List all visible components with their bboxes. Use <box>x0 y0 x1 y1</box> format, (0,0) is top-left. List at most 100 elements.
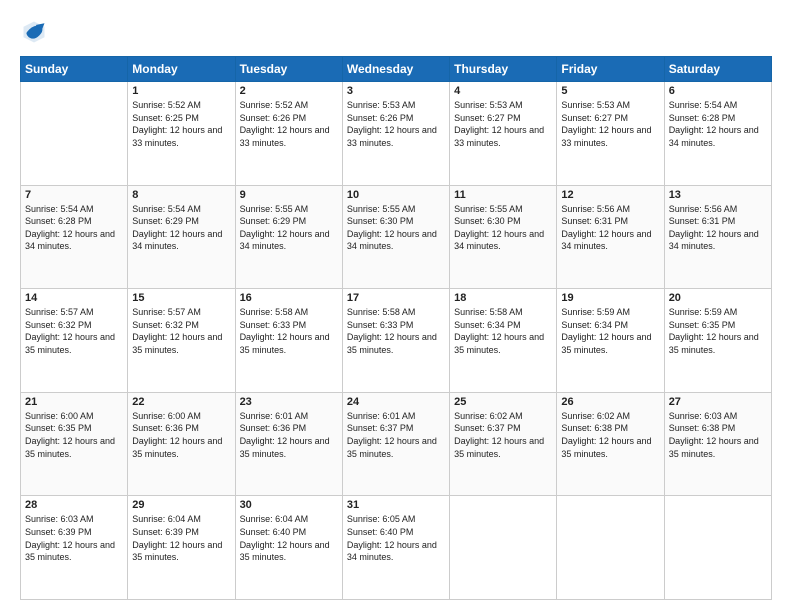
cell-info: Sunrise: 5:59 AMSunset: 6:35 PMDaylight:… <box>669 306 767 356</box>
day-number: 5 <box>561 85 659 97</box>
day-number: 3 <box>347 85 445 97</box>
day-header-saturday: Saturday <box>664 57 771 82</box>
calendar-week-3: 14Sunrise: 5:57 AMSunset: 6:32 PMDayligh… <box>21 289 772 393</box>
day-number: 21 <box>25 396 123 408</box>
day-number: 1 <box>132 85 230 97</box>
cell-info: Sunrise: 6:02 AMSunset: 6:37 PMDaylight:… <box>454 410 552 460</box>
calendar-cell: 2 Sunrise: 5:52 AMSunset: 6:26 PMDaylight… <box>235 82 342 186</box>
day-number: 24 <box>347 396 445 408</box>
calendar-cell: 30 Sunrise: 6:04 AMSunset: 6:40 PMDayligh… <box>235 496 342 600</box>
day-number: 30 <box>240 499 338 511</box>
day-number: 8 <box>132 189 230 201</box>
calendar-cell: 25 Sunrise: 6:02 AMSunset: 6:37 PMDayligh… <box>450 392 557 496</box>
day-number: 6 <box>669 85 767 97</box>
day-header-sunday: Sunday <box>21 57 128 82</box>
calendar-cell: 18 Sunrise: 5:58 AMSunset: 6:34 PMDayligh… <box>450 289 557 393</box>
calendar-week-1: 1 Sunrise: 5:52 AMSunset: 6:25 PMDaylight… <box>21 82 772 186</box>
header <box>20 18 772 46</box>
cell-info: Sunrise: 5:56 AMSunset: 6:31 PMDaylight:… <box>561 203 659 253</box>
calendar-cell <box>21 82 128 186</box>
calendar-cell: 11 Sunrise: 5:55 AMSunset: 6:30 PMDayligh… <box>450 185 557 289</box>
cell-info: Sunrise: 5:57 AMSunset: 6:32 PMDaylight:… <box>132 306 230 356</box>
calendar-cell: 23 Sunrise: 6:01 AMSunset: 6:36 PMDayligh… <box>235 392 342 496</box>
cell-info: Sunrise: 6:01 AMSunset: 6:36 PMDaylight:… <box>240 410 338 460</box>
cell-info: Sunrise: 6:03 AMSunset: 6:39 PMDaylight:… <box>25 513 123 563</box>
cell-info: Sunrise: 5:55 AMSunset: 6:30 PMDaylight:… <box>454 203 552 253</box>
cell-info: Sunrise: 5:58 AMSunset: 6:33 PMDaylight:… <box>240 306 338 356</box>
calendar-cell <box>664 496 771 600</box>
day-number: 4 <box>454 85 552 97</box>
calendar-cell: 1 Sunrise: 5:52 AMSunset: 6:25 PMDaylight… <box>128 82 235 186</box>
cell-info: Sunrise: 6:04 AMSunset: 6:40 PMDaylight:… <box>240 513 338 563</box>
calendar-cell: 17 Sunrise: 5:58 AMSunset: 6:33 PMDayligh… <box>342 289 449 393</box>
cell-info: Sunrise: 5:58 AMSunset: 6:33 PMDaylight:… <box>347 306 445 356</box>
day-number: 27 <box>669 396 767 408</box>
calendar-cell: 14Sunrise: 5:57 AMSunset: 6:32 PMDayligh… <box>21 289 128 393</box>
cell-info: Sunrise: 6:01 AMSunset: 6:37 PMDaylight:… <box>347 410 445 460</box>
day-number: 19 <box>561 292 659 304</box>
day-number: 17 <box>347 292 445 304</box>
day-number: 31 <box>347 499 445 511</box>
calendar-cell: 28 Sunrise: 6:03 AMSunset: 6:39 PMDayligh… <box>21 496 128 600</box>
calendar-cell: 5 Sunrise: 5:53 AMSunset: 6:27 PMDaylight… <box>557 82 664 186</box>
logo <box>20 18 52 46</box>
calendar-cell: 13 Sunrise: 5:56 AMSunset: 6:31 PMDayligh… <box>664 185 771 289</box>
calendar-week-4: 21 Sunrise: 6:00 AMSunset: 6:35 PMDayligh… <box>21 392 772 496</box>
day-header-friday: Friday <box>557 57 664 82</box>
day-number: 9 <box>240 189 338 201</box>
cell-info: Sunrise: 6:03 AMSunset: 6:38 PMDaylight:… <box>669 410 767 460</box>
day-number: 13 <box>669 189 767 201</box>
cell-info: Sunrise: 5:53 AMSunset: 6:26 PMDaylight:… <box>347 99 445 149</box>
day-header-wednesday: Wednesday <box>342 57 449 82</box>
day-number: 16 <box>240 292 338 304</box>
header-row: SundayMondayTuesdayWednesdayThursdayFrid… <box>21 57 772 82</box>
page: SundayMondayTuesdayWednesdayThursdayFrid… <box>0 0 792 612</box>
calendar-cell: 10Sunrise: 5:55 AMSunset: 6:30 PMDayligh… <box>342 185 449 289</box>
calendar-cell: 16 Sunrise: 5:58 AMSunset: 6:33 PMDayligh… <box>235 289 342 393</box>
calendar-week-5: 28 Sunrise: 6:03 AMSunset: 6:39 PMDayligh… <box>21 496 772 600</box>
logo-icon <box>20 18 48 46</box>
cell-info: Sunrise: 5:56 AMSunset: 6:31 PMDaylight:… <box>669 203 767 253</box>
cell-info: Sunrise: 5:58 AMSunset: 6:34 PMDaylight:… <box>454 306 552 356</box>
calendar-cell: 8 Sunrise: 5:54 AMSunset: 6:29 PMDaylight… <box>128 185 235 289</box>
cell-info: Sunrise: 6:05 AMSunset: 6:40 PMDaylight:… <box>347 513 445 563</box>
cell-info: Sunrise: 6:04 AMSunset: 6:39 PMDaylight:… <box>132 513 230 563</box>
calendar-cell <box>557 496 664 600</box>
cell-info: Sunrise: 5:54 AMSunset: 6:29 PMDaylight:… <box>132 203 230 253</box>
day-number: 28 <box>25 499 123 511</box>
calendar-cell: 15 Sunrise: 5:57 AMSunset: 6:32 PMDayligh… <box>128 289 235 393</box>
cell-info: Sunrise: 5:52 AMSunset: 6:26 PMDaylight:… <box>240 99 338 149</box>
day-number: 20 <box>669 292 767 304</box>
day-number: 18 <box>454 292 552 304</box>
cell-info: Sunrise: 5:59 AMSunset: 6:34 PMDaylight:… <box>561 306 659 356</box>
calendar-cell: 22Sunrise: 6:00 AMSunset: 6:36 PMDayligh… <box>128 392 235 496</box>
cell-info: Sunrise: 5:55 AMSunset: 6:29 PMDaylight:… <box>240 203 338 253</box>
calendar-cell: 4 Sunrise: 5:53 AMSunset: 6:27 PMDaylight… <box>450 82 557 186</box>
cell-info: Sunrise: 6:00 AMSunset: 6:36 PMDaylight:… <box>132 410 230 460</box>
calendar-cell: 27 Sunrise: 6:03 AMSunset: 6:38 PMDayligh… <box>664 392 771 496</box>
cell-info: Sunrise: 5:53 AMSunset: 6:27 PMDaylight:… <box>454 99 552 149</box>
calendar-cell: 3 Sunrise: 5:53 AMSunset: 6:26 PMDaylight… <box>342 82 449 186</box>
day-header-tuesday: Tuesday <box>235 57 342 82</box>
day-number: 23 <box>240 396 338 408</box>
calendar-cell <box>450 496 557 600</box>
cell-info: Sunrise: 6:00 AMSunset: 6:35 PMDaylight:… <box>25 410 123 460</box>
calendar-cell: 7Sunrise: 5:54 AMSunset: 6:28 PMDaylight… <box>21 185 128 289</box>
calendar-cell: 21 Sunrise: 6:00 AMSunset: 6:35 PMDayligh… <box>21 392 128 496</box>
day-number: 10 <box>347 189 445 201</box>
cell-info: Sunrise: 5:53 AMSunset: 6:27 PMDaylight:… <box>561 99 659 149</box>
day-number: 2 <box>240 85 338 97</box>
day-number: 29 <box>132 499 230 511</box>
cell-info: Sunrise: 5:54 AMSunset: 6:28 PMDaylight:… <box>669 99 767 149</box>
calendar-cell: 29 Sunrise: 6:04 AMSunset: 6:39 PMDayligh… <box>128 496 235 600</box>
day-number: 7 <box>25 189 123 201</box>
cell-info: Sunrise: 5:52 AMSunset: 6:25 PMDaylight:… <box>132 99 230 149</box>
calendar-cell: 6 Sunrise: 5:54 AMSunset: 6:28 PMDaylight… <box>664 82 771 186</box>
day-number: 26 <box>561 396 659 408</box>
day-number: 25 <box>454 396 552 408</box>
day-number: 11 <box>454 189 552 201</box>
calendar-week-2: 7Sunrise: 5:54 AMSunset: 6:28 PMDaylight… <box>21 185 772 289</box>
calendar-cell: 20 Sunrise: 5:59 AMSunset: 6:35 PMDayligh… <box>664 289 771 393</box>
day-number: 15 <box>132 292 230 304</box>
calendar-cell: 9 Sunrise: 5:55 AMSunset: 6:29 PMDaylight… <box>235 185 342 289</box>
